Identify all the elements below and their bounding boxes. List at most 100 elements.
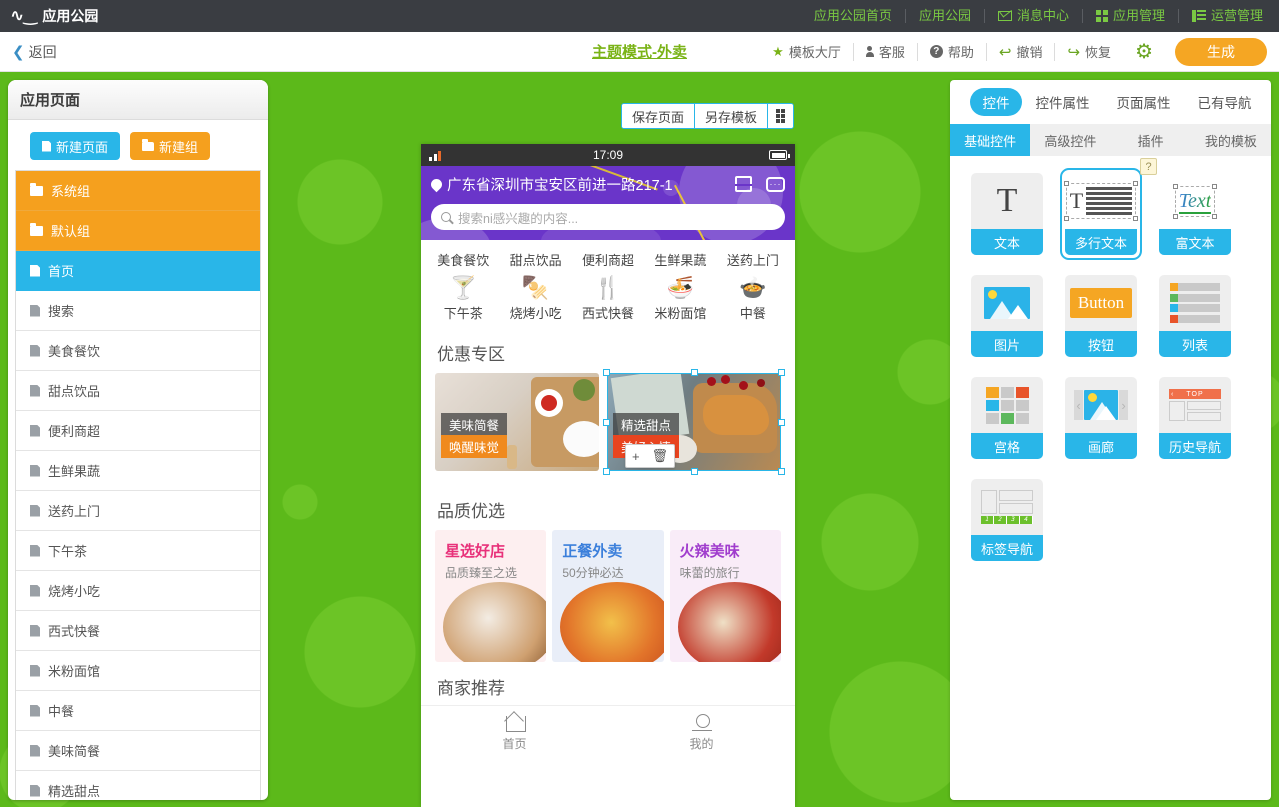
category-item[interactable]: 生鲜果蔬 — [644, 250, 716, 269]
widget-button[interactable]: Button 按钮 — [1062, 272, 1140, 360]
sidebar-item-system-group[interactable]: 系统组 — [16, 171, 260, 211]
customer-service-label: 客服 — [878, 45, 905, 60]
generate-button[interactable]: 生成 — [1175, 37, 1267, 66]
category-item[interactable]: 美食餐饮 — [427, 250, 499, 269]
redo-button[interactable]: ↪ 恢复 — [1055, 43, 1123, 61]
widget-history-nav[interactable]: ‹ TOP 历史导航 — [1156, 374, 1234, 462]
category-item-afternoon-tea[interactable]: 🍸 下午茶 — [427, 275, 499, 322]
search-placeholder: 搜索ni感兴趣的内容... — [458, 211, 579, 226]
tab-me[interactable]: 我的 — [608, 714, 795, 752]
phone-location-bar[interactable]: 广东省深圳市宝安区前进一路217-1 ··· — [421, 166, 795, 202]
sidebar-item-afternoon-tea[interactable]: 下午茶 — [16, 531, 260, 571]
widget-image[interactable]: 图片 — [968, 272, 1046, 360]
tab-existing-nav[interactable]: 已有导航 — [1184, 92, 1265, 112]
help-button[interactable]: ? 帮助 — [918, 42, 987, 61]
category-item[interactable]: 便利商超 — [572, 250, 644, 269]
widget-list[interactable]: 列表 — [1156, 272, 1234, 360]
quality-card-meal-delivery[interactable]: 正餐外卖 50分钟必达 — [552, 530, 664, 662]
widget-text[interactable]: T 文本 — [968, 170, 1046, 258]
category-item-bbq[interactable]: 🍢 烧烤小吃 — [499, 275, 571, 322]
category-item-western[interactable]: 🍴 西式快餐 — [572, 275, 644, 322]
sidebar-item-fresh[interactable]: 生鲜果蔬 — [16, 451, 260, 491]
sidebar-item-medicine[interactable]: 送药上门 — [16, 491, 260, 531]
app-logo[interactable]: ∿‿ 应用公园 — [0, 6, 98, 26]
tab-page-properties[interactable]: 页面属性 — [1103, 92, 1184, 112]
chevron-left-icon: ❮ — [12, 43, 25, 61]
doc-icon — [30, 664, 40, 677]
undo-button[interactable]: ↩ 撤销 — [987, 42, 1056, 61]
add-widget-button[interactable]: + — [632, 449, 640, 464]
help-tooltip-badge[interactable]: ? — [1140, 158, 1157, 175]
page-list: 系统组 默认组 首页 搜索 美食餐饮 甜点饮品 便利商超 生鲜果蔬 送药上门 下… — [15, 170, 261, 800]
category-item-chinese[interactable]: 🍲 中餐 — [717, 275, 789, 322]
sidebar-item-chinese[interactable]: 中餐 — [16, 691, 260, 731]
promo-card-simple-meal[interactable]: 美味简餐 唤醒味觉 — [435, 373, 599, 471]
category-item-noodles[interactable]: 🍜 米粉面馆 — [644, 275, 716, 322]
new-page-button[interactable]: 新建页面 — [30, 132, 121, 160]
tab-home[interactable]: 首页 — [421, 714, 608, 752]
nav-appgarden-label: 应用公园 — [918, 8, 971, 23]
widget-rich-text[interactable]: Text 富文本 — [1156, 170, 1234, 258]
delete-widget-button[interactable]: 🗑 — [652, 448, 669, 464]
resize-handle-n[interactable] — [691, 369, 698, 376]
list-glyph-icon — [1170, 283, 1220, 323]
category-item[interactable]: 送药上门 — [717, 250, 789, 269]
save-template-button[interactable]: 另存模板 — [694, 104, 768, 128]
widget-panel: 控件 控件属性 页面属性 已有导航 基础控件 高级控件 插件 我的模板 ? T … — [950, 80, 1271, 800]
template-hall-button[interactable]: ★ 模板大厅 — [760, 42, 854, 61]
phone-tab-bar: 首页 我的 — [421, 706, 795, 752]
resize-handle-e[interactable] — [778, 419, 785, 426]
sidebar-item-noodles[interactable]: 米粉面馆 — [16, 651, 260, 691]
search-input[interactable]: 搜索ni感兴趣的内容... — [431, 204, 785, 230]
scan-icon[interactable] — [735, 176, 752, 192]
sidebar-item-search[interactable]: 搜索 — [16, 291, 260, 331]
quality-card-star-shop[interactable]: 星选好店 品质臻至之选 — [435, 530, 547, 662]
tab-widgets[interactable]: 控件 — [970, 88, 1022, 116]
resize-handle-se[interactable] — [778, 468, 785, 475]
sidebar-item-home[interactable]: 首页 — [16, 251, 260, 291]
question-icon: ? — [929, 45, 943, 58]
new-group-button[interactable]: 新建组 — [130, 132, 211, 160]
app-pages-panel: 应用页面 新建页面 新建组 系统组 默认组 首页 搜索 美食餐饮 甜点饮品 便利… — [8, 80, 268, 800]
sidebar-item-simple-meal[interactable]: 美味简餐 — [16, 731, 260, 771]
subtab-my-templates[interactable]: 我的模板 — [1191, 124, 1271, 156]
nav-item-operations[interactable]: 运营管理 — [1179, 9, 1267, 23]
widget-grid-cell[interactable]: 宫格 — [968, 374, 1046, 462]
sidebar-item-convenience[interactable]: 便利商超 — [16, 411, 260, 451]
quality-card-spicy[interactable]: 火辣美味 味蕾的旅行 — [669, 530, 781, 662]
nav-item-appgarden[interactable]: 应用公园 — [906, 9, 985, 23]
save-template-label: 另存模板 — [704, 109, 757, 125]
subtab-basic-widgets[interactable]: 基础控件 — [950, 124, 1031, 156]
new-group-label: 新建组 — [159, 139, 199, 155]
nav-item-home[interactable]: 应用公园首页 — [801, 9, 906, 23]
save-page-button[interactable]: 保存页面 — [621, 104, 695, 128]
sidebar-item-food[interactable]: 美食餐饮 — [16, 331, 260, 371]
widget-multiline-text[interactable]: T 多行文本 — [1060, 168, 1142, 260]
chat-icon[interactable]: ··· — [766, 176, 785, 192]
gear-icon[interactable]: ⚙ — [1123, 39, 1165, 64]
widget-tab-nav[interactable]: 1 2 3 4 标签导航 — [968, 476, 1046, 564]
layout-toggle-button[interactable] — [768, 104, 793, 128]
category-item[interactable]: 甜点饮品 — [499, 250, 571, 269]
tab-widget-properties[interactable]: 控件属性 — [1022, 92, 1103, 112]
category-label: 中餐 — [739, 306, 766, 321]
sidebar-item-default-group[interactable]: 默认组 — [16, 211, 260, 251]
resize-handle-ne[interactable] — [778, 369, 785, 376]
widget-gallery[interactable]: ‹ › 画廊 — [1062, 374, 1140, 462]
customer-service-button[interactable]: 客服 — [854, 42, 918, 61]
resize-handle-s[interactable] — [691, 468, 698, 475]
back-button[interactable]: ❮ 返回 — [0, 42, 57, 62]
sidebar-item-dessert[interactable]: 甜点饮品 — [16, 371, 260, 411]
subtab-advanced-widgets[interactable]: 高级控件 — [1030, 124, 1110, 156]
nav-item-messages[interactable]: 消息中心 — [985, 9, 1083, 23]
resize-handle-nw[interactable] — [603, 369, 610, 376]
sidebar-item-western[interactable]: 西式快餐 — [16, 611, 260, 651]
back-label: 返回 — [28, 43, 57, 60]
sidebar-item-bbq[interactable]: 烧烤小吃 — [16, 571, 260, 611]
sidebar-item-selected-dessert[interactable]: 精选甜点 — [16, 771, 260, 800]
image-glyph-icon — [984, 287, 1030, 319]
subtab-plugins[interactable]: 插件 — [1111, 124, 1191, 156]
nav-item-app-management[interactable]: 应用管理 — [1083, 9, 1179, 23]
resize-handle-sw[interactable] — [603, 468, 610, 475]
resize-handle-w[interactable] — [603, 419, 610, 426]
